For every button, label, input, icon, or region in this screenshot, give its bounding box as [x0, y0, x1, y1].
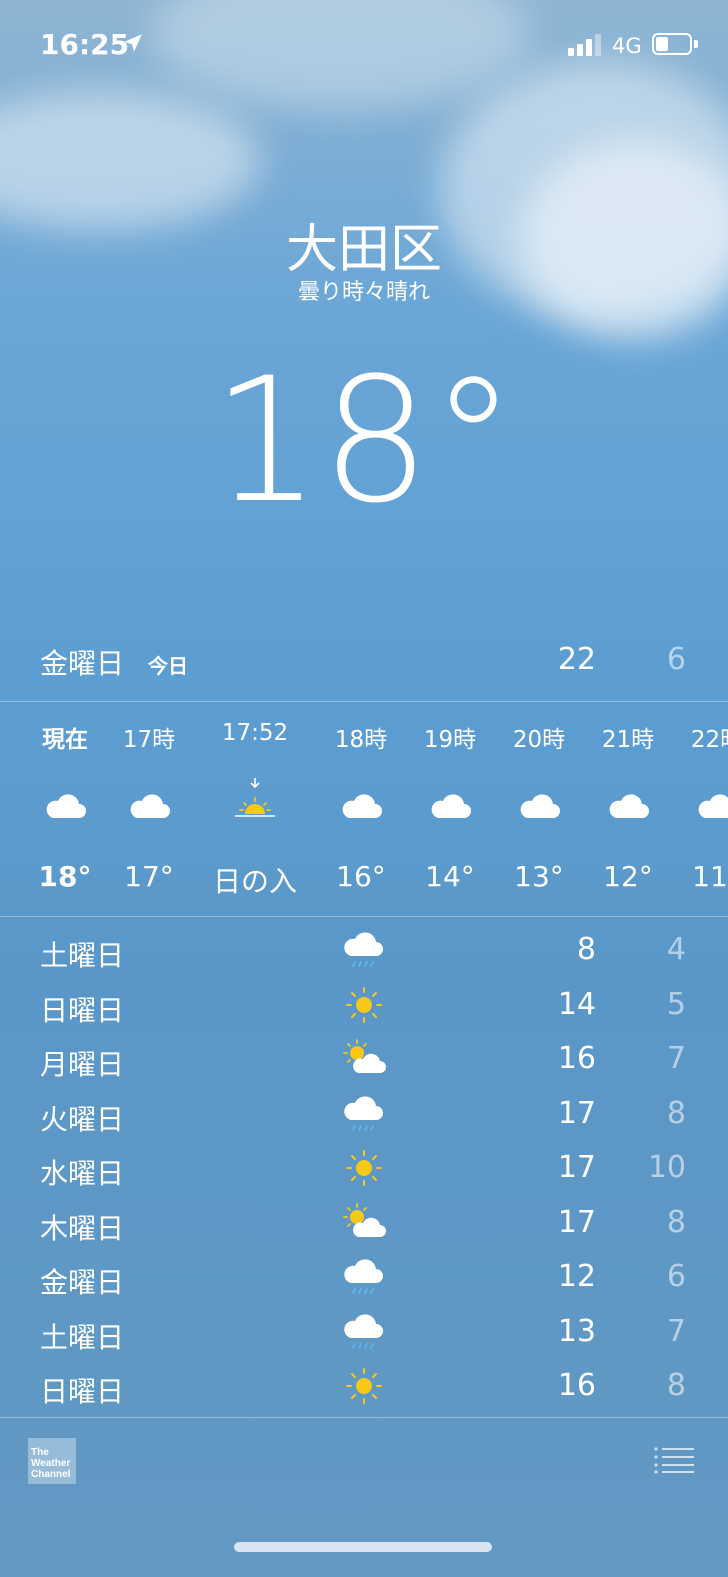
list-icon[interactable] — [654, 1446, 694, 1474]
daily-row: 土曜日 8 4 — [0, 922, 728, 977]
hour-item: 22時 11° — [662, 702, 728, 916]
divider — [0, 916, 728, 917]
hour-temp: 17° — [124, 860, 174, 893]
brand-line: The — [31, 1447, 49, 1458]
hour-item: 17時 17° — [94, 702, 204, 916]
today-high: 22 — [557, 642, 596, 677]
rain-icon — [343, 1312, 384, 1349]
current-temperature: 18° — [211, 340, 517, 541]
home-indicator[interactable] — [234, 1542, 492, 1552]
cloud-icon — [520, 794, 560, 818]
daily-day: 日曜日 — [40, 993, 125, 1027]
rain-icon — [343, 1094, 384, 1131]
daily-row: 水曜日 17 10 — [0, 1140, 728, 1195]
daily-row: 月曜日 16 7 — [0, 1031, 728, 1086]
daily-high: 17 — [557, 1150, 596, 1185]
daily-day: 土曜日 — [40, 939, 125, 972]
battery-tip — [694, 40, 698, 48]
hour-item: 17:52 日の入 — [200, 702, 310, 916]
today-tag: 今日 — [148, 654, 188, 678]
partly-cloudy-icon — [343, 1202, 387, 1238]
daily-row: 日曜日 16 8 — [0, 1358, 728, 1413]
condition-text: 曇り時々晴れ — [297, 280, 430, 305]
today-row: 金曜日 今日 22 6 — [0, 628, 728, 698]
daily-day: 水曜日 — [40, 1157, 125, 1190]
hour-label: 22時 — [690, 727, 728, 753]
daily-day: 土曜日 — [40, 1320, 125, 1354]
daily-forecast[interactable]: 土曜日 8 4 日曜日 14 5 月曜日 16 7 火曜日 17 8 水曜日 1… — [0, 922, 728, 1413]
daily-low: 5 — [666, 986, 686, 1022]
daily-high: 13 — [557, 1313, 596, 1349]
current-weather: 大田区 曇り時々晴れ 18° — [0, 218, 728, 536]
cloud-icon — [342, 794, 382, 818]
daily-low: 8 — [666, 1368, 686, 1403]
daily-high: 12 — [557, 1259, 596, 1294]
weather-channel-logo[interactable]: The Weather Channel — [28, 1438, 76, 1484]
daily-row: 金曜日 12 6 — [0, 1249, 728, 1304]
daily-day: 月曜日 — [40, 1048, 125, 1081]
hour-label: 17時 — [122, 727, 176, 753]
daily-high: 16 — [557, 1041, 596, 1076]
sun-icon — [346, 1150, 382, 1186]
today-low: 6 — [666, 642, 686, 677]
daily-day: 木曜日 — [40, 1211, 125, 1245]
hourly-forecast[interactable]: 現在 18° 17時 17° 17:52 日の入 18時 16° 19時 14°… — [0, 702, 728, 916]
daily-low: 8 — [666, 1204, 686, 1240]
status-bar: 16:25 4G — [0, 0, 728, 92]
city-name: 大田区 — [285, 220, 442, 280]
daily-low: 8 — [666, 1095, 686, 1131]
sunset-icon — [235, 778, 275, 817]
rain-icon — [343, 1258, 384, 1294]
cloud-icon — [609, 794, 649, 818]
battery-icon — [652, 33, 692, 55]
cellular-signal-icon — [568, 34, 601, 56]
daily-low: 7 — [666, 1041, 686, 1076]
today-day: 金曜日 — [40, 647, 125, 680]
daily-row: 日曜日 14 5 — [0, 977, 728, 1032]
daily-row: 火曜日 17 8 — [0, 1086, 728, 1141]
network-type: 4G — [612, 34, 642, 58]
daily-day: 火曜日 — [40, 1102, 125, 1136]
daily-low: 6 — [666, 1259, 686, 1294]
cloud-icon — [46, 794, 86, 818]
daily-day: 日曜日 — [40, 1375, 125, 1408]
daily-high: 17 — [557, 1204, 596, 1240]
hour-label: 17:52 — [221, 720, 289, 746]
brand-line: Weather — [31, 1458, 71, 1469]
rain-icon — [343, 931, 384, 967]
daily-row: 土曜日 13 7 — [0, 1304, 728, 1359]
daily-low: 4 — [666, 932, 686, 967]
location-arrow-icon — [124, 34, 142, 52]
daily-high: 16 — [557, 1368, 596, 1403]
divider — [0, 1417, 728, 1418]
daily-low: 10 — [647, 1150, 686, 1185]
hour-temp: 日の入 — [212, 865, 297, 898]
daily-row: 木曜日 17 8 — [0, 1195, 728, 1250]
sun-icon — [346, 986, 382, 1023]
daily-high: 17 — [557, 1095, 596, 1131]
daily-day: 金曜日 — [40, 1266, 125, 1299]
daily-high: 14 — [557, 986, 596, 1022]
hour-temp: 11° — [692, 860, 728, 893]
brand-line: Channel — [31, 1469, 71, 1480]
status-time: 16:25 — [40, 28, 130, 61]
daily-high: 8 — [576, 932, 596, 967]
cloud-icon — [130, 794, 170, 818]
partly-cloudy-icon — [343, 1039, 387, 1074]
cloud-icon — [698, 794, 728, 818]
sun-icon — [346, 1368, 382, 1404]
daily-low: 7 — [666, 1313, 686, 1349]
cloud-icon — [431, 794, 471, 818]
